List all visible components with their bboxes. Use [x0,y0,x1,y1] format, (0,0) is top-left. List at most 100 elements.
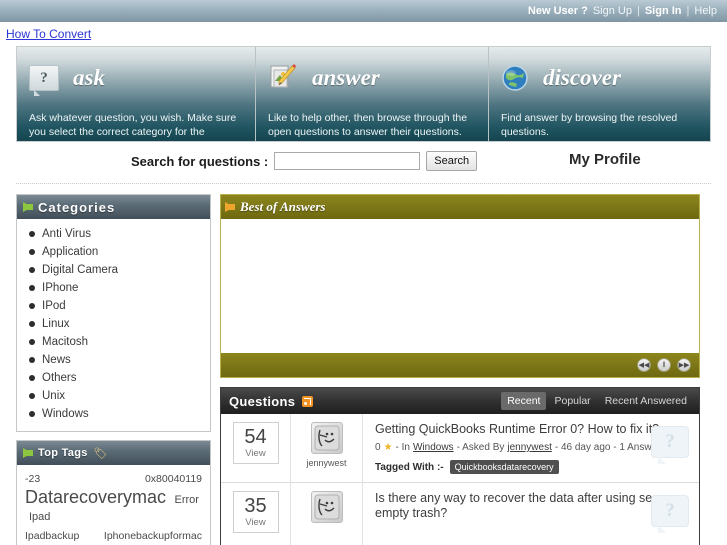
tag-item[interactable]: Ipad [29,511,50,523]
meta-asked-label: - Asked By [456,442,505,453]
category-label[interactable]: Digital Camera [42,264,118,276]
category-label[interactable]: IPod [42,300,66,312]
categories-header: Categories [17,195,210,219]
sidebar-item-others[interactable]: Others [17,369,210,387]
category-label[interactable]: Linux [42,318,70,330]
question-title-link[interactable]: Getting QuickBooks Runtime Error 0? How … [375,422,689,437]
question-category-link[interactable]: Windows [413,442,454,453]
best-of-answers-controls: ◀◀ ‖ ▶▶ [221,353,699,377]
panel-ask-head: ? ask [29,57,243,99]
howto-bar: How To Convert [0,22,727,46]
tagged-with-label: Tagged With :- [375,461,444,473]
category-label[interactable]: News [42,354,71,366]
view-count-badge: 35 View [232,491,279,533]
sidebar-item-iphone[interactable]: IPhone [17,279,210,297]
previous-icon[interactable]: ◀◀ [637,358,651,372]
top-utility-bar: New User ? Sign Up | Sign In | Help [0,0,727,22]
panel-discover[interactable]: discover Find answer by browsing the res… [489,47,710,141]
my-profile-title: My Profile [569,151,641,168]
table-row[interactable]: 35 View Is there any way to recover the … [221,483,699,545]
tag-item-big[interactable]: Datarecoverymac [25,487,166,507]
question-user-cell [291,483,363,545]
view-count: 54 [244,426,267,448]
how-to-convert-link[interactable]: How To Convert [6,27,91,41]
next-icon[interactable]: ▶▶ [677,358,691,372]
panel-ask[interactable]: ? ask Ask whatever question, you wish. M… [17,47,256,141]
best-of-answers-title: Best of Answers [240,199,326,214]
sidebar-item-unix[interactable]: Unix [17,387,210,405]
bullet-icon [29,285,35,291]
tag-cloud: -23 0x80040119 Datarecoverymac Error Ipa… [17,465,210,545]
question-body-cell: Getting QuickBooks Runtime Error 0? How … [363,414,699,482]
best-of-answers-body [221,219,699,353]
best-of-answers-header: Best of Answers [221,195,699,219]
bullet-icon [29,231,35,237]
top-tags-header: Top Tags 🏷 [17,441,210,465]
category-label[interactable]: Application [42,246,98,258]
view-count: 35 [244,495,267,517]
mac-face-avatar[interactable] [310,491,343,523]
sidebar-item-digital-camera[interactable]: Digital Camera [17,261,210,279]
view-label: View [245,448,266,459]
sidebar-item-anti-virus[interactable]: Anti Virus [17,225,210,243]
tag-item[interactable]: 0x80040119 [145,471,202,487]
feature-panels: ? ask Ask whatever question, you wish. M… [16,46,711,142]
tag-item[interactable]: -23 [25,471,40,487]
pause-icon[interactable]: ‖ [657,358,671,372]
category-label[interactable]: Windows [42,408,89,420]
bullet-icon [29,393,35,399]
tag-item[interactable]: Error [175,494,199,506]
tab-popular[interactable]: Popular [548,392,596,410]
panel-ask-desc: Ask whatever question, you wish. Make su… [29,112,237,141]
bullet-icon [29,339,35,345]
question-bubble-watermark-icon: ? [651,426,689,464]
question-author-link[interactable]: jennywest [507,442,551,453]
tag-item[interactable]: Ipadbackup [25,528,79,544]
arrow-right-icon [23,448,33,458]
question-views-cell: 54 View [221,414,291,482]
question-tag-chip[interactable]: Quickbooksdatarecovery [449,460,559,474]
tag-row-1: -23 0x80040119 [25,471,202,487]
search-input[interactable] [274,152,421,170]
question-author-name[interactable]: jennywest [306,458,346,468]
table-row[interactable]: 54 View jennywest Getting QuickBooks Run… [221,414,699,483]
tag-item[interactable]: Iphonebackupformac [104,528,202,544]
search-button[interactable]: Search [426,151,478,171]
category-label[interactable]: IPhone [42,282,78,294]
sidebar-item-linux[interactable]: Linux [17,315,210,333]
tag-icon: 🏷 [93,447,108,460]
question-body-cell: Is there any way to recover the data aft… [363,483,699,545]
rss-icon[interactable] [302,395,314,407]
help-link[interactable]: Help [694,5,717,17]
sidebar-item-application[interactable]: Application [17,243,210,261]
question-bubble-glyph: ? [40,69,48,86]
mac-face-avatar[interactable] [310,422,343,454]
sign-in-link[interactable]: Sign In [645,5,682,17]
question-user-cell: jennywest [291,414,363,482]
sidebar-item-news[interactable]: News [17,351,210,369]
panel-answer-desc: Like to help other, then browse through … [268,112,468,138]
tag-row-2: Datarecoverymac Error Ipad [25,487,202,525]
category-label[interactable]: Unix [42,390,65,402]
panel-answer-head: answer [268,57,476,99]
star-icon: ★ [383,442,393,453]
category-label[interactable]: Others [42,372,77,384]
search-label: Search for questions : [131,153,269,169]
sign-up-link[interactable]: Sign Up [593,5,632,17]
new-user-label: New User ? [527,5,588,17]
tab-recent[interactable]: Recent [501,392,547,410]
category-label[interactable]: Anti Virus [42,228,91,240]
categories-box: Categories Anti Virus Application Digita… [16,194,211,432]
category-label[interactable]: Macitosh [42,336,88,348]
sidebar-item-macitosh[interactable]: Macitosh [17,333,210,351]
questions-tabs: Recent Popular Recent Answered [501,392,693,410]
tab-recent-answered[interactable]: Recent Answered [599,392,693,410]
content-column: Best of Answers ◀◀ ‖ ▶▶ Questions Recent… [220,194,700,545]
panel-answer[interactable]: answer Like to help other, then browse t… [256,47,489,141]
question-bubble-watermark-icon: ? [651,495,689,533]
sidebar-item-ipod[interactable]: IPod [17,297,210,315]
sidebar-item-windows[interactable]: Windows [17,405,210,423]
question-views-cell: 35 View [221,483,291,545]
question-title-link[interactable]: Is there any way to recover the data aft… [375,491,689,521]
topbar-separator-2: | [686,5,690,17]
